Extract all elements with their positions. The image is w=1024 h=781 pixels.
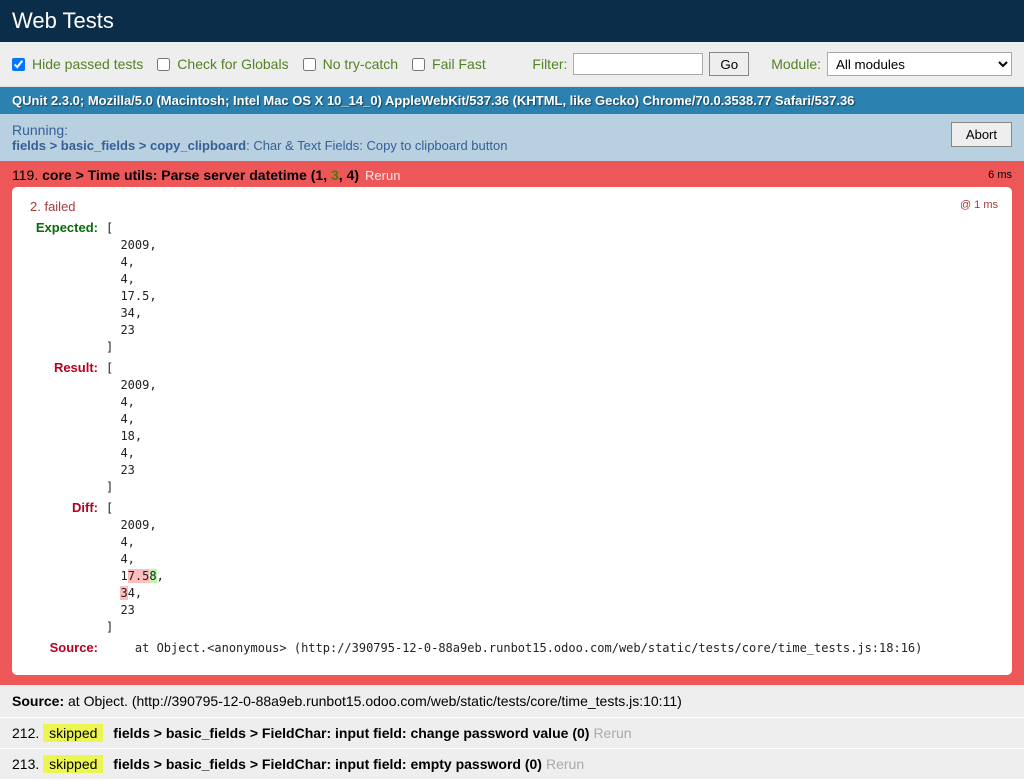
assertion-time: @ 1 ms [960,199,998,214]
test-counts: (1, 3, 4) [311,167,359,183]
toolbar: Hide passed tests Check for Globals No t… [0,42,1024,87]
module-label: Module: [771,56,821,72]
fail-test-block: 119. core > Time utils: Parse server dat… [0,161,1024,685]
hide-passed-text: Hide passed tests [32,56,143,72]
test-number: 212. [12,725,39,741]
no-trycatch-checkbox[interactable] [303,58,316,71]
fail-fast-label[interactable]: Fail Fast [412,56,486,72]
no-trycatch-text: No try-catch [323,56,398,72]
user-agent-bar: QUnit 2.3.0; Mozilla/5.0 (Macintosh; Int… [0,87,1024,114]
check-globals-text: Check for Globals [177,56,288,72]
go-button[interactable]: Go [709,52,749,76]
hide-passed-checkbox[interactable] [12,58,25,71]
source-bottom: Source: at Object. (http://390795-12-0-8… [0,685,1024,717]
rerun-link[interactable]: Rerun [593,725,631,741]
diff-label: Diff: [26,500,106,636]
test-title[interactable]: fields > basic_fields > FieldChar: input… [113,756,521,772]
source-label: Source: [26,640,106,657]
source-value: at Object.<anonymous> (http://390795-12-… [106,640,922,657]
rerun-link[interactable]: Rerun [365,168,400,183]
running-desc: : Char & Text Fields: Copy to clipboard … [246,138,507,153]
result-label: Result: [26,360,106,496]
running-bar: Running: fields > basic_fields > copy_cl… [0,114,1024,161]
running-label: Running: [12,122,507,138]
page-title: Web Tests [0,0,1024,42]
running-path[interactable]: fields > basic_fields > copy_clipboard [12,138,246,153]
test-number: 213. [12,756,39,772]
test-title[interactable]: fields > basic_fields > FieldChar: input… [113,725,568,741]
rerun-link[interactable]: Rerun [546,756,584,772]
fail-fast-checkbox[interactable] [412,58,425,71]
skipped-badge: skipped [43,755,103,773]
check-globals-label[interactable]: Check for Globals [157,56,288,72]
skipped-test-row: 213. skipped fields > basic_fields > Fie… [0,748,1024,779]
test-number: 119. [12,167,38,183]
result-value: [ 2009, 4, 4, 18, 4, 23 ] [106,360,157,496]
expected-value: [ 2009, 4, 4, 17.5, 34, 23 ] [106,220,157,356]
test-count: (0) [572,725,589,741]
expected-label: Expected: [26,220,106,356]
test-duration: 6 ms [988,169,1012,181]
module-select[interactable]: All modules [827,52,1012,76]
skipped-badge: skipped [43,724,103,742]
test-detail: 2. failed @ 1 ms Expected:[ 2009, 4, 4, … [12,187,1012,675]
skipped-test-row: 212. skipped fields > basic_fields > Fie… [0,717,1024,748]
diff-value: [ 2009, 4, 4, 17.58, 34, 23 ] [106,500,164,636]
assertion-fail-label[interactable]: 2. failed [30,199,76,214]
abort-button[interactable]: Abort [951,122,1012,147]
hide-passed-label[interactable]: Hide passed tests [12,56,143,72]
check-globals-checkbox[interactable] [157,58,170,71]
no-trycatch-label[interactable]: No try-catch [303,56,398,72]
test-title[interactable]: core > Time utils: Parse server datetime [42,167,307,183]
fail-fast-text: Fail Fast [432,56,486,72]
filter-input[interactable] [573,53,703,75]
test-count: (0) [525,756,542,772]
filter-label: Filter: [532,56,567,72]
